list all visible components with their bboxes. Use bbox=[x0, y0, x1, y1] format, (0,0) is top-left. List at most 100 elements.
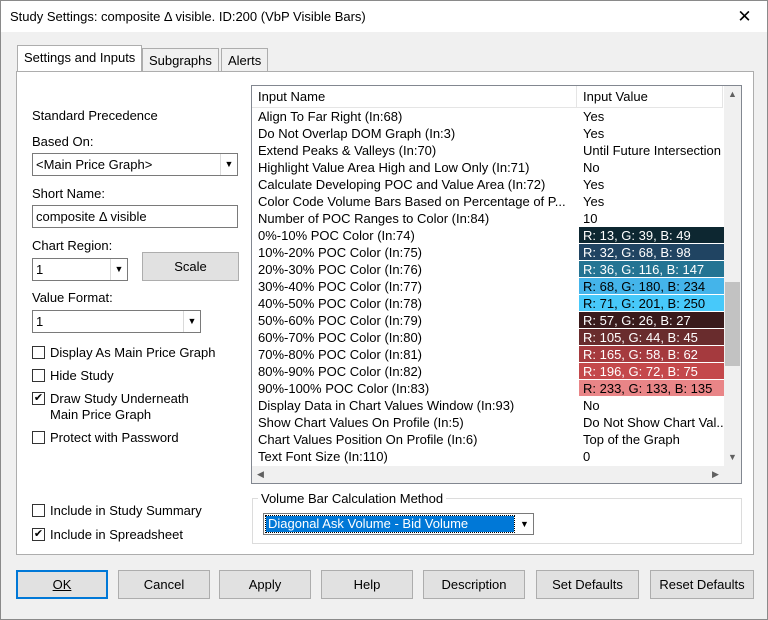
volume-bar-calculation-value: Diagonal Ask Volume - Bid Volume bbox=[265, 515, 515, 533]
input-value-cell[interactable]: Yes bbox=[579, 108, 724, 125]
table-row[interactable]: 20%-30% POC Color (In:76) R: 36, G: 116, … bbox=[252, 261, 724, 278]
table-row[interactable]: 50%-60% POC Color (In:79) R: 57, G: 26, B… bbox=[252, 312, 724, 329]
color-value-cell[interactable]: R: 165, G: 58, B: 62 bbox=[579, 346, 724, 363]
color-value-cell[interactable]: R: 13, G: 39, B: 49 bbox=[579, 227, 724, 244]
column-header-input-value[interactable]: Input Value bbox=[577, 86, 723, 108]
input-name-cell: 50%-60% POC Color (In:79) bbox=[258, 313, 423, 328]
input-value-cell[interactable]: 10 bbox=[579, 210, 724, 227]
chart-region-label: Chart Region: bbox=[32, 238, 113, 253]
checkbox-label: Display As Main Price Graph bbox=[50, 345, 216, 360]
color-value-cell[interactable]: R: 36, G: 116, B: 147 bbox=[579, 261, 724, 278]
button-label: Description bbox=[441, 577, 507, 592]
chevron-down-icon[interactable]: ▼ bbox=[220, 154, 237, 175]
checkbox-box[interactable] bbox=[32, 431, 45, 444]
table-row[interactable]: Extend Peaks & Valleys (In:70) Until Futu… bbox=[252, 142, 724, 159]
horizontal-scrollbar[interactable]: ◀ ▶ bbox=[252, 466, 724, 483]
input-name-cell: Display Data in Chart Values Window (In:… bbox=[258, 398, 515, 413]
table-row[interactable]: Do Not Overlap DOM Graph (In:3) Yes bbox=[252, 125, 724, 142]
input-name-cell: Color Code Volume Bars Based on Percenta… bbox=[258, 194, 566, 209]
checkbox-label: Include in Spreadsheet bbox=[50, 527, 183, 542]
input-value-cell[interactable]: No bbox=[579, 159, 724, 176]
tab-subgraphs[interactable]: Subgraphs bbox=[142, 48, 219, 72]
apply-button[interactable]: Apply bbox=[219, 570, 311, 599]
scrollbar-thumb[interactable] bbox=[725, 282, 740, 366]
short-name-input[interactable]: composite Δ visible bbox=[32, 205, 238, 228]
scroll-right-icon[interactable]: ▶ bbox=[707, 466, 724, 483]
scroll-up-icon[interactable]: ▲ bbox=[724, 86, 741, 103]
tab-label: Subgraphs bbox=[149, 53, 212, 68]
input-value-cell[interactable]: Until Future Intersection bbox=[579, 142, 724, 159]
volume-bar-calculation-select[interactable]: Diagonal Ask Volume - Bid Volume ▼ bbox=[263, 513, 534, 535]
tab-alerts[interactable]: Alerts bbox=[221, 48, 269, 72]
chart-region-select[interactable]: 1 ▼ bbox=[32, 258, 128, 281]
description-button[interactable]: Description bbox=[423, 570, 525, 599]
table-row[interactable]: 90%-100% POC Color (In:83) R: 233, G: 133… bbox=[252, 380, 724, 397]
inputs-grid[interactable]: Input Name Input Value Align To Far Righ… bbox=[251, 85, 742, 484]
table-row[interactable]: 70%-80% POC Color (In:81) R: 165, G: 58, … bbox=[252, 346, 724, 363]
color-value-cell[interactable]: R: 196, G: 72, B: 75 bbox=[579, 363, 724, 380]
checkbox-label: Draw Study Underneath bbox=[50, 391, 189, 406]
color-value-cell[interactable]: R: 32, G: 68, B: 98 bbox=[579, 244, 724, 261]
input-value-cell[interactable]: 0 bbox=[579, 448, 724, 465]
table-row[interactable]: 0%-10% POC Color (In:74) R: 13, G: 39, B:… bbox=[252, 227, 724, 244]
based-on-select[interactable]: <Main Price Graph> ▼ bbox=[32, 153, 238, 176]
reset-defaults-button[interactable]: Reset Defaults bbox=[650, 570, 754, 599]
checkbox-box[interactable] bbox=[32, 346, 45, 359]
chevron-down-icon[interactable]: ▼ bbox=[183, 311, 200, 332]
table-row[interactable]: Highlight Value Area High and Low Only (… bbox=[252, 159, 724, 176]
input-value-cell[interactable]: Yes bbox=[579, 125, 724, 142]
input-name-cell: 10%-20% POC Color (In:75) bbox=[258, 245, 423, 260]
color-value-cell[interactable]: R: 233, G: 133, B: 135 bbox=[579, 380, 724, 397]
table-row[interactable]: Number of POC Ranges to Color (In:84) 10 bbox=[252, 210, 724, 227]
ok-button[interactable]: OK bbox=[16, 570, 108, 599]
checkmark-icon[interactable]: ✔ bbox=[32, 528, 45, 541]
chevron-down-icon[interactable]: ▼ bbox=[516, 514, 533, 534]
checkbox-box[interactable] bbox=[32, 369, 45, 382]
input-value-cell[interactable]: Top of the Graph bbox=[579, 431, 724, 448]
checkbox-box[interactable] bbox=[32, 504, 45, 517]
input-value-cell[interactable]: No bbox=[579, 397, 724, 414]
input-value-cell[interactable]: Do Not Show Chart Val... bbox=[579, 414, 724, 431]
table-row[interactable]: Text Font Size (In:110) 0 bbox=[252, 448, 724, 465]
help-button[interactable]: Help bbox=[321, 570, 413, 599]
value-format-select[interactable]: 1 ▼ bbox=[32, 310, 201, 333]
short-name-label: Short Name: bbox=[32, 186, 105, 201]
input-name-cell: Show Chart Values On Profile (In:5) bbox=[258, 415, 464, 430]
set-defaults-button[interactable]: Set Defaults bbox=[536, 570, 639, 599]
value-format-label: Value Format: bbox=[32, 290, 113, 305]
standard-precedence-label: Standard Precedence bbox=[32, 108, 158, 123]
input-value-cell[interactable]: Yes bbox=[579, 193, 724, 210]
chevron-down-icon[interactable]: ▼ bbox=[110, 259, 127, 280]
vertical-scrollbar[interactable]: ▲ ▼ bbox=[724, 86, 741, 466]
table-row[interactable]: 80%-90% POC Color (In:82) R: 196, G: 72, … bbox=[252, 363, 724, 380]
checkmark-icon[interactable]: ✔ bbox=[32, 392, 45, 405]
table-row[interactable]: Show Chart Values On Profile (In:5) Do No… bbox=[252, 414, 724, 431]
tab-label: Settings and Inputs bbox=[24, 50, 136, 65]
table-row[interactable]: Calculate Developing POC and Value Area … bbox=[252, 176, 724, 193]
value-format-value: 1 bbox=[36, 314, 44, 329]
close-icon[interactable]: ✕ bbox=[722, 1, 767, 32]
table-row[interactable]: Chart Values Position On Profile (In:6) T… bbox=[252, 431, 724, 448]
column-header-input-name[interactable]: Input Name bbox=[252, 86, 577, 108]
color-value-cell[interactable]: R: 105, G: 44, B: 45 bbox=[579, 329, 724, 346]
checkbox-label: Hide Study bbox=[50, 368, 114, 383]
cancel-button[interactable]: Cancel bbox=[118, 570, 210, 599]
color-value-cell[interactable]: R: 57, G: 26, B: 27 bbox=[579, 312, 724, 329]
tab-settings-and-inputs[interactable]: Settings and Inputs bbox=[17, 45, 143, 71]
scale-button[interactable]: Scale bbox=[142, 252, 239, 281]
scroll-left-icon[interactable]: ◀ bbox=[252, 466, 269, 483]
input-name-cell: 80%-90% POC Color (In:82) bbox=[258, 364, 423, 379]
table-row[interactable]: Display Data in Chart Values Window (In:… bbox=[252, 397, 724, 414]
scroll-down-icon[interactable]: ▼ bbox=[724, 449, 741, 466]
table-row[interactable]: Align To Far Right (In:68) Yes bbox=[252, 108, 724, 125]
input-name-cell: Chart Values Position On Profile (In:6) bbox=[258, 432, 478, 447]
color-value-cell[interactable]: R: 71, G: 201, B: 250 bbox=[579, 295, 724, 312]
color-value-cell[interactable]: R: 68, G: 180, B: 234 bbox=[579, 278, 724, 295]
table-row[interactable]: Color Code Volume Bars Based on Percenta… bbox=[252, 193, 724, 210]
table-row[interactable]: 60%-70% POC Color (In:80) R: 105, G: 44, … bbox=[252, 329, 724, 346]
table-row[interactable]: 40%-50% POC Color (In:78) R: 71, G: 201, … bbox=[252, 295, 724, 312]
checkbox-label-line2: Main Price Graph bbox=[50, 407, 152, 422]
input-value-cell[interactable]: Yes bbox=[579, 176, 724, 193]
table-row[interactable]: 10%-20% POC Color (In:75) R: 32, G: 68, B… bbox=[252, 244, 724, 261]
table-row[interactable]: 30%-40% POC Color (In:77) R: 68, G: 180, … bbox=[252, 278, 724, 295]
